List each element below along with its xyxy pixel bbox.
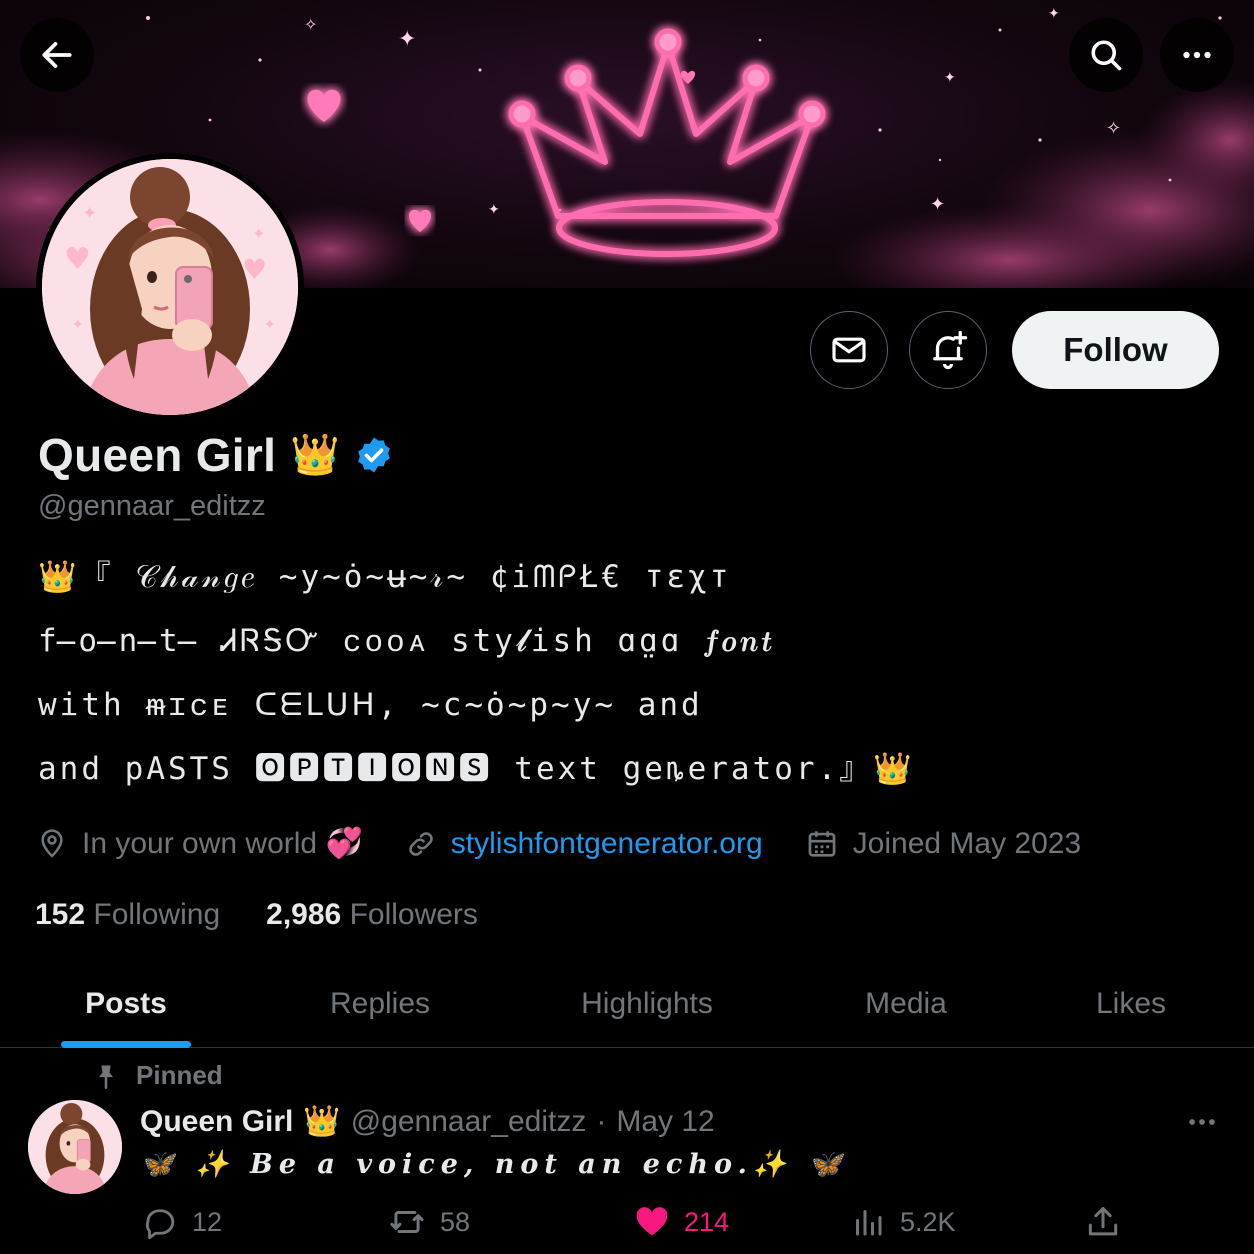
more-options-button[interactable] [1160,18,1234,92]
join-date-text: Joined May 2023 [852,826,1082,860]
pin-icon [99,1065,113,1089]
repost-count: 58 [440,1206,471,1237]
following-number: 152 [35,898,86,931]
svg-text:♥: ♥ [64,242,91,277]
post-author-avatar[interactable] [28,1100,122,1194]
analytics-bars-icon [856,1210,882,1236]
avatar-image: ♥ ♥ ✦ ✦ ✦ ✦ [42,159,298,415]
tab-posts[interactable]: Posts [40,960,212,1048]
bio-line: and pASTS 🅾🅿🆃🅸🅾🅽🆂 text geȵerator.』👑 [38,751,915,787]
repost-icon [390,1210,424,1234]
search-button[interactable] [1069,18,1143,92]
profile-meta: In your own world 💞 stylishfontgenerator… [36,826,1123,861]
share-upload-icon [1088,1207,1118,1236]
reply-count: 12 [192,1206,223,1237]
tab-highlights[interactable]: Highlights [550,960,744,1048]
post-text: 🦋 ✨ Be a voice, not an echo.✨ 🦋 [140,1149,848,1180]
post-author-handle[interactable]: @gennaar_editzz [351,1105,587,1139]
post-author-name[interactable]: Queen Girl [140,1105,293,1139]
website-link[interactable]: stylishfontgenerator.org [451,827,763,861]
location-pin-icon [41,828,63,858]
svg-text:✧: ✧ [304,15,317,34]
post-header: Queen Girl 👑 @gennaar_editzz · May 12 [140,1104,715,1139]
following-count[interactable]: 152 Following [35,898,220,932]
post-author-crown-emoji: 👑 [303,1105,341,1138]
views-action[interactable]: 5.2K [850,1196,956,1248]
girl-selfie-illustration [28,1100,122,1194]
share-action[interactable] [1084,1196,1122,1248]
heart-filled-icon [636,1207,668,1236]
profile-name-row: Queen Girl 👑 [38,428,394,482]
display-name: Queen Girl [38,429,277,481]
followers-label: Followers [349,898,478,931]
pinned-indicator: Pinned [92,1060,223,1091]
envelope-icon [832,337,866,363]
profile-tabs: Posts Replies Highlights Media Likes [0,960,1254,1048]
tab-media[interactable]: Media [830,960,982,1048]
like-action[interactable]: 214 [634,1196,729,1248]
bio-line: 👑『 𝒞𝒽𝒶𝓃𝑔𝑒 ~y~ȯ~ʉ~𝓇~ ¢iᗰᑭŁ€ тεχт [38,559,732,595]
crown-emoji: 👑 [290,433,340,477]
join-date: Joined May 2023 [805,826,1082,861]
back-button[interactable] [20,18,94,92]
following-label: Following [93,898,221,931]
calendar-icon [808,830,836,857]
like-count: 214 [684,1206,730,1237]
arrow-left-icon [42,42,72,68]
svg-text:✦: ✦ [82,203,97,224]
svg-text:✦: ✦ [1048,6,1060,22]
post-date[interactable]: May 12 [616,1105,714,1139]
follow-button[interactable]: Follow [1012,311,1219,389]
reply-action[interactable]: 12 [142,1196,222,1248]
svg-text:✦: ✦ [930,194,945,215]
svg-text:✧: ✧ [1106,118,1121,139]
repost-action[interactable]: 58 [388,1196,470,1248]
bio-line: f̶o̶n̶t̶ ᏗᏒᎦᏅ ᴄᴏᴏᴀ sty𝓵ish ɑɑ̤ɑ 𝒇𝒐𝒏𝒕 [38,623,775,659]
link-icon [409,831,433,856]
search-icon [1091,40,1122,71]
notifications-button[interactable] [909,311,987,389]
more-horizontal-icon [1189,1119,1215,1125]
tab-likes[interactable]: Likes [1070,960,1192,1048]
profile-handle: @gennaar_editzz [38,490,266,522]
message-button[interactable] [810,311,888,389]
svg-text:✦: ✦ [264,317,276,333]
svg-text:✦: ✦ [252,224,265,243]
svg-text:✦: ✦ [944,70,956,86]
location-text: In your own world 💞 [82,827,363,860]
pinned-label: Pinned [136,1060,223,1090]
tab-replies[interactable]: Replies [290,960,470,1048]
view-count: 5.2K [900,1206,956,1237]
bell-plus-icon [933,330,968,370]
girl-selfie-illustration: ♥ ♥ ✦ ✦ ✦ ✦ [42,159,298,415]
reply-icon [145,1209,175,1240]
bio-line: with ᵯɪᴄᴇ ᑕᗴᒪᑌᕼ, ~c~ȯ~p~y~ and [38,687,703,723]
svg-text:✦: ✦ [72,317,84,333]
svg-text:✦: ✦ [488,202,500,218]
followers-count[interactable]: 2,986 Followers [266,898,478,932]
post-actions: 12 58 214 5.2K [0,1196,1254,1248]
svg-text:✦: ✦ [398,27,416,52]
post-more-button[interactable] [1180,1104,1224,1140]
follow-counts: 152 Following 2,986 Followers [35,898,524,932]
location: In your own world 💞 [36,826,363,861]
profile-bio: 👑『 𝒞𝒽𝒶𝓃𝑔𝑒 ~y~ȯ~ʉ~𝓇~ ¢iᗰᑭŁ€ тεχт f̶o̶n̶t̶… [38,552,1228,808]
active-tab-indicator [61,1041,191,1048]
profile-avatar[interactable]: ♥ ♥ ✦ ✦ ✦ ✦ [36,153,304,421]
website[interactable]: stylishfontgenerator.org [405,827,763,861]
verified-badge-icon[interactable] [354,435,394,475]
more-horizontal-icon [1183,51,1211,59]
followers-number: 2,986 [266,898,342,931]
post-separator: · [596,1104,607,1138]
